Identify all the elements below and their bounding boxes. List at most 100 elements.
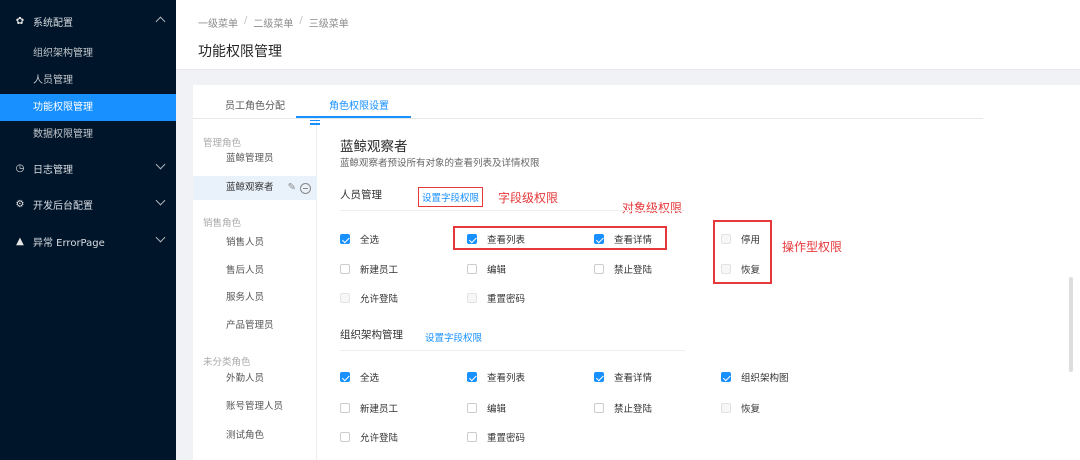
role-item-active[interactable]: 蓝鲸观察者 ✎ <box>193 176 317 200</box>
section-title: 人员管理 <box>340 189 382 201</box>
remove-icon[interactable] <box>300 182 311 194</box>
checkbox-allow-login[interactable]: 允许登陆 <box>340 291 398 305</box>
sidebar-item-staff[interactable]: 人员管理 <box>0 67 176 94</box>
role-item[interactable]: 服务人员 <box>193 286 317 310</box>
checkbox-label: 全选 <box>360 373 380 384</box>
role-item[interactable]: 售后人员 <box>193 259 317 283</box>
edit-icon[interactable]: ✎ <box>288 176 296 200</box>
role-item[interactable]: 产品管理员 <box>193 314 317 338</box>
checkbox-allow-login[interactable]: 允许登陆 <box>340 430 398 444</box>
checkbox-label: 组织架构图 <box>741 373 789 384</box>
checkbox-box <box>721 264 731 274</box>
checkbox-label: 新建员工 <box>360 404 399 415</box>
checkbox-new-employee[interactable]: 新建员工 <box>340 262 398 276</box>
role-item[interactable]: 外勤人员 <box>193 367 317 391</box>
tab-bar: 员工角色分配 角色权限设置 <box>193 85 983 119</box>
checkbox-view-list[interactable]: 查看列表 <box>467 232 525 246</box>
menu-label: 系统配置 <box>33 17 73 29</box>
page-title: 功能权限管理 <box>198 44 282 60</box>
checkbox-box <box>467 372 477 382</box>
checkbox-select-all[interactable]: 全选 <box>340 232 379 246</box>
checkbox-view-list[interactable]: 查看列表 <box>467 370 525 384</box>
checkbox-label: 允许登陆 <box>360 433 399 444</box>
checkbox-label: 编辑 <box>487 265 507 276</box>
breadcrumb-separator: / <box>244 15 248 26</box>
menu-label: 异常 ErrorPage <box>33 237 105 249</box>
annotation-object: 对象级权限 <box>622 201 683 215</box>
checkbox-label: 允许登陆 <box>360 294 399 305</box>
checkbox-restore[interactable]: 恢复 <box>721 401 760 415</box>
checkbox-edit[interactable]: 编辑 <box>467 401 506 415</box>
sidebar-item-data-permission[interactable]: 数据权限管理 <box>0 121 176 148</box>
annotation-field: 字段级权限 <box>498 191 559 205</box>
checkbox-new-employee[interactable]: 新建员工 <box>340 401 398 415</box>
checkbox-box <box>467 293 477 303</box>
role-title: 蓝鲸观察者 <box>340 139 408 155</box>
sidebar: ✿ 系统配置 组织架构管理 人员管理 功能权限管理 数据权限管理 ◷ 日志管理 … <box>0 0 176 460</box>
checkbox-label: 查看详情 <box>614 373 653 384</box>
checkbox-box <box>340 264 350 274</box>
checkbox-view-detail[interactable]: 查看详情 <box>594 232 652 246</box>
menu-error-page[interactable]: ▲ 异常 ErrorPage <box>0 227 176 255</box>
menu-dev-config[interactable]: ⚙ 开发后台配置 <box>0 190 176 218</box>
role-group-label: 销售角色 <box>203 218 242 229</box>
chevron-down-icon <box>155 159 166 170</box>
clock-icon: ◷ <box>15 162 25 174</box>
tab-role-permission[interactable]: 角色权限设置 <box>329 97 389 112</box>
role-item[interactable]: 测试角色 <box>193 424 317 448</box>
collapse-icon[interactable] <box>310 116 320 126</box>
settings-icon: ⚙ <box>15 198 25 210</box>
checkbox-forbid-login[interactable]: 禁止登陆 <box>594 262 652 276</box>
breadcrumb: 一级菜单 / 二级菜单 / 三级菜单 <box>198 15 349 30</box>
checkbox-label: 查看列表 <box>487 235 526 246</box>
menu-log[interactable]: ◷ 日志管理 <box>0 154 176 182</box>
checkbox-select-all[interactable]: 全选 <box>340 370 379 384</box>
checkbox-label: 新建员工 <box>360 265 399 276</box>
sidebar-item-org[interactable]: 组织架构管理 <box>0 40 176 67</box>
breadcrumb-item-1[interactable]: 一级菜单 <box>198 15 238 30</box>
sidebar-item-function-permission[interactable]: 功能权限管理 <box>0 94 176 121</box>
page-header: 一级菜单 / 二级菜单 / 三级菜单 功能权限管理 <box>176 0 1080 70</box>
field-permission-link[interactable]: 设置字段权限 <box>418 187 484 207</box>
annotation-operation: 操作型权限 <box>782 240 843 254</box>
permission-content: 蓝鲸观察者 蓝鲸观察者预设所有对象的查看列表及详情权限 人员管理 设置字段权限 … <box>340 135 1040 460</box>
checkbox-restore[interactable]: 恢复 <box>721 262 760 276</box>
role-list: 管理角色 蓝鲸管理员 蓝鲸观察者 ✎ 销售角色 销售人员 售后人员 服务人员 产… <box>193 119 317 460</box>
role-item[interactable]: 销售人员 <box>193 231 317 255</box>
checkbox-label: 编辑 <box>487 404 507 415</box>
section-divider <box>340 350 685 351</box>
role-item-label: 蓝鲸观察者 <box>226 182 274 193</box>
chevron-up-icon <box>155 16 166 27</box>
chevron-down-icon <box>155 232 166 243</box>
checkbox-org-chart[interactable]: 组织架构图 <box>721 370 789 384</box>
section-title: 组织架构管理 <box>340 329 403 341</box>
checkbox-label: 重置密码 <box>487 433 526 444</box>
menu-label: 日志管理 <box>33 164 73 176</box>
checkbox-box <box>594 372 604 382</box>
checkbox-forbid-login[interactable]: 禁止登陆 <box>594 401 652 415</box>
checkbox-label: 查看详情 <box>614 235 653 246</box>
checkbox-disable[interactable]: 停用 <box>721 232 760 246</box>
role-item[interactable]: 账号管理人员 <box>193 395 317 419</box>
breadcrumb-item-2[interactable]: 二级菜单 <box>253 15 293 30</box>
checkbox-reset-password[interactable]: 重置密码 <box>467 430 525 444</box>
checkbox-box <box>340 234 350 244</box>
checkbox-box <box>721 372 731 382</box>
checkbox-box <box>340 403 350 413</box>
tab-employee-role[interactable]: 员工角色分配 <box>225 97 285 112</box>
menu-system-config[interactable]: ✿ 系统配置 <box>0 7 176 35</box>
section-divider <box>340 210 685 211</box>
scrollbar[interactable] <box>1069 277 1073 372</box>
checkbox-label: 全选 <box>360 235 380 246</box>
chevron-down-icon <box>155 195 166 206</box>
checkbox-box <box>594 403 604 413</box>
role-item[interactable]: 蓝鲸管理员 <box>193 147 317 171</box>
checkbox-edit[interactable]: 编辑 <box>467 262 506 276</box>
checkbox-box <box>340 372 350 382</box>
checkbox-reset-password[interactable]: 重置密码 <box>467 291 525 305</box>
permission-card: 员工角色分配 角色权限设置 管理角色 蓝鲸管理员 蓝鲸观察者 ✎ 销售角色 销售… <box>193 85 1080 460</box>
field-permission-link[interactable]: 设置字段权限 <box>425 330 482 344</box>
checkbox-view-detail[interactable]: 查看详情 <box>594 370 652 384</box>
checkbox-box <box>594 264 604 274</box>
checkbox-box <box>340 432 350 442</box>
